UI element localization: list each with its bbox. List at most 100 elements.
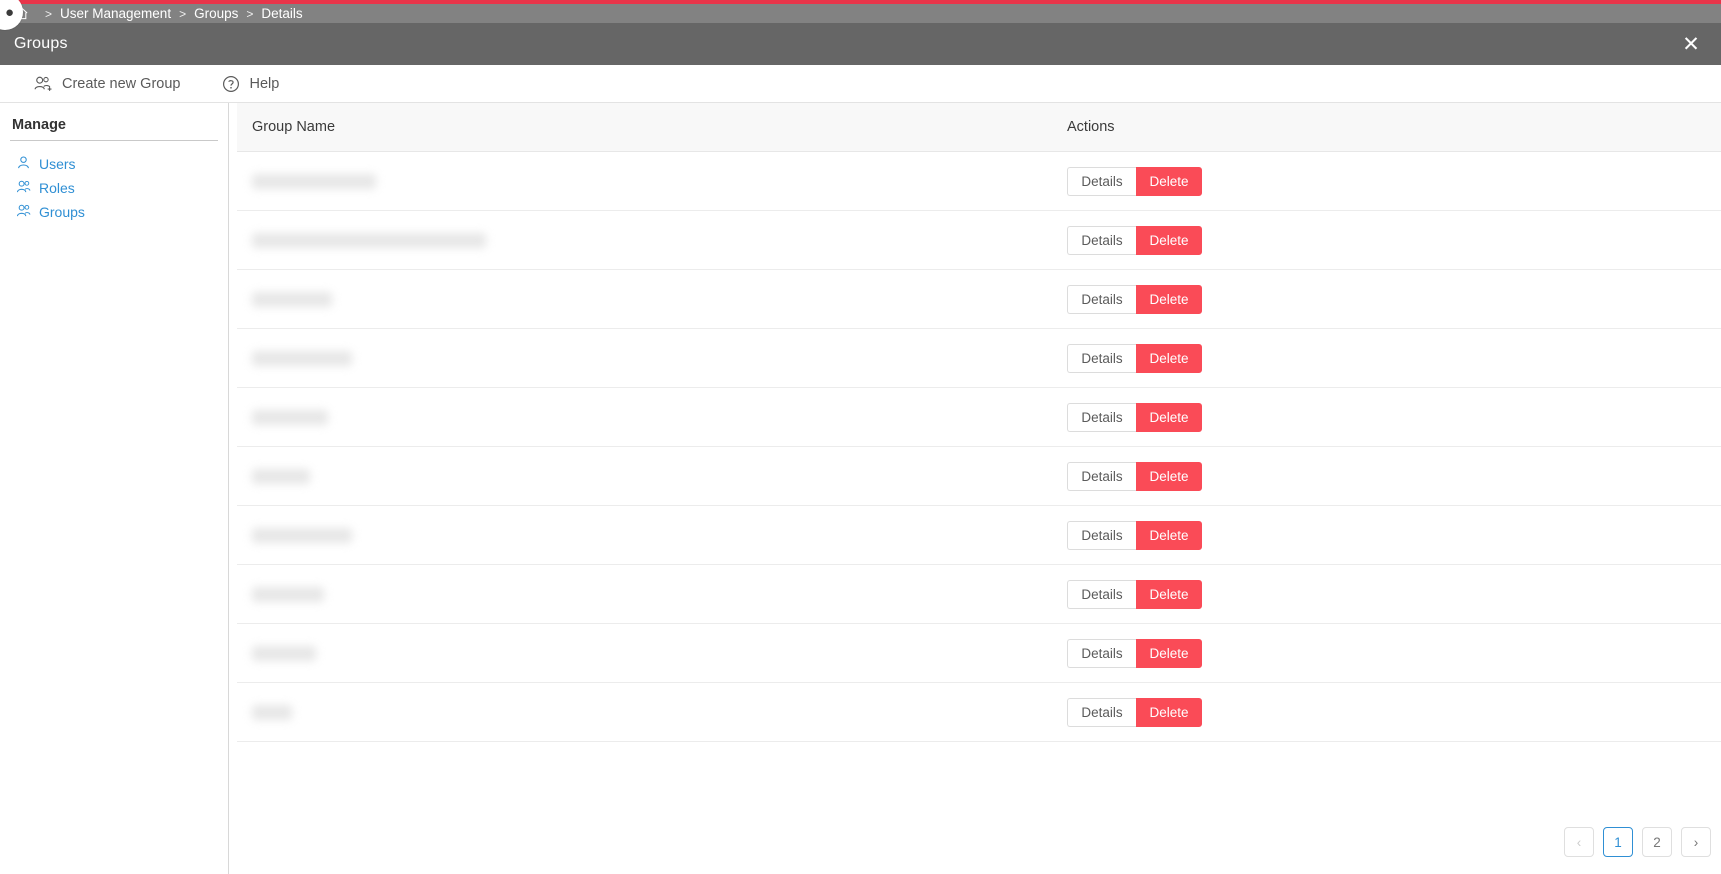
row-action-button-group: Details Delete xyxy=(1067,343,1202,373)
column-header-actions: Actions xyxy=(1067,119,1115,135)
breadcrumb-item-groups[interactable]: Groups xyxy=(194,6,238,21)
details-button[interactable]: Details xyxy=(1067,225,1136,255)
delete-button[interactable]: Delete xyxy=(1136,697,1202,727)
details-button[interactable]: Details xyxy=(1067,697,1136,727)
sidebar-item-users-label: Users xyxy=(39,156,76,172)
sidebar-item-roles-label: Roles xyxy=(39,180,75,196)
table-row: Details Delete xyxy=(237,211,1721,270)
sidebar-section-title: Manage xyxy=(10,117,218,141)
breadcrumb-separator-2: > xyxy=(179,6,187,21)
pagination-page-2[interactable]: 2 xyxy=(1642,827,1672,857)
pagination-page-1[interactable]: 1 xyxy=(1603,827,1633,857)
details-button[interactable]: Details xyxy=(1067,461,1136,491)
details-button[interactable]: Details xyxy=(1067,402,1136,432)
table-row: Details Delete xyxy=(237,565,1721,624)
actions-cell: Details Delete xyxy=(1067,402,1202,432)
group-name-cell xyxy=(237,350,1067,366)
redacted-group-name xyxy=(252,704,292,720)
row-action-button-group: Details Delete xyxy=(1067,579,1202,609)
main-content: Group Name Actions Details Delete Details D… xyxy=(230,103,1721,874)
details-button[interactable]: Details xyxy=(1067,284,1136,314)
details-button[interactable]: Details xyxy=(1067,343,1136,373)
help-circle-icon xyxy=(222,75,240,93)
help-button[interactable]: Help xyxy=(222,75,279,93)
table-row: Details Delete xyxy=(237,270,1721,329)
pagination-next-button[interactable]: › xyxy=(1681,827,1711,857)
delete-button[interactable]: Delete xyxy=(1136,284,1202,314)
sidebar-item-users[interactable]: Users xyxy=(10,152,218,176)
page-title: Groups xyxy=(14,35,68,52)
table-row: Details Delete xyxy=(237,388,1721,447)
group-name-cell xyxy=(237,527,1067,543)
table-row: Details Delete xyxy=(237,624,1721,683)
actions-cell: Details Delete xyxy=(1067,284,1202,314)
row-action-button-group: Details Delete xyxy=(1067,461,1202,491)
row-action-button-group: Details Delete xyxy=(1067,166,1202,196)
create-new-group-label: Create new Group xyxy=(62,75,181,92)
group-name-cell xyxy=(237,586,1067,602)
delete-button[interactable]: Delete xyxy=(1136,520,1202,550)
delete-button[interactable]: Delete xyxy=(1136,402,1202,432)
sidebar-item-groups[interactable]: Groups xyxy=(10,200,218,224)
row-action-button-group: Details Delete xyxy=(1067,402,1202,432)
create-new-group-button[interactable]: Create new Group xyxy=(34,75,180,93)
table-body: Details Delete Details Delete Details Delete D… xyxy=(237,152,1721,742)
details-button[interactable]: Details xyxy=(1067,166,1136,196)
group-name-cell xyxy=(237,409,1067,425)
pagination: ‹ 1 2 › xyxy=(1564,827,1711,857)
breadcrumb: > User Management > Groups > Details xyxy=(0,4,1721,23)
group-name-cell xyxy=(237,645,1067,661)
actions-cell: Details Delete xyxy=(1067,520,1202,550)
redacted-group-name xyxy=(252,586,324,602)
delete-button[interactable]: Delete xyxy=(1136,638,1202,668)
details-button[interactable]: Details xyxy=(1067,638,1136,668)
sidebar-item-groups-label: Groups xyxy=(39,204,85,220)
add-people-icon xyxy=(34,75,53,93)
actions-cell: Details Delete xyxy=(1067,638,1202,668)
group-name-cell xyxy=(237,704,1067,720)
table-row: Details Delete xyxy=(237,447,1721,506)
pagination-prev-button[interactable]: ‹ xyxy=(1564,827,1594,857)
people-icon xyxy=(16,203,31,221)
group-name-cell xyxy=(237,291,1067,307)
row-action-button-group: Details Delete xyxy=(1067,520,1202,550)
table-row: Details Delete xyxy=(237,506,1721,565)
breadcrumb-separator-3: > xyxy=(246,6,254,21)
table-header-row: Group Name Actions xyxy=(237,103,1721,152)
table-row: Details Delete xyxy=(237,683,1721,742)
details-button[interactable]: Details xyxy=(1067,579,1136,609)
redacted-group-name xyxy=(252,468,310,484)
details-button[interactable]: Details xyxy=(1067,520,1136,550)
avatar-glyph: ● xyxy=(4,3,15,21)
actions-cell: Details Delete xyxy=(1067,579,1202,609)
breadcrumb-item-details[interactable]: Details xyxy=(261,6,302,21)
window-title-bar: Groups ✕ xyxy=(0,23,1721,65)
delete-button[interactable]: Delete xyxy=(1136,579,1202,609)
group-name-cell xyxy=(237,173,1067,189)
close-icon[interactable]: ✕ xyxy=(1671,23,1711,65)
group-name-cell xyxy=(237,232,1067,248)
table-row: Details Delete xyxy=(237,152,1721,211)
actions-cell: Details Delete xyxy=(1067,697,1202,727)
help-label: Help xyxy=(249,75,280,92)
breadcrumb-separator-1: > xyxy=(45,6,53,21)
group-name-cell xyxy=(237,468,1067,484)
actions-cell: Details Delete xyxy=(1067,166,1202,196)
sidebar-item-roles[interactable]: Roles xyxy=(10,176,218,200)
actions-cell: Details Delete xyxy=(1067,225,1202,255)
row-action-button-group: Details Delete xyxy=(1067,284,1202,314)
delete-button[interactable]: Delete xyxy=(1136,343,1202,373)
delete-button[interactable]: Delete xyxy=(1136,461,1202,491)
delete-button[interactable]: Delete xyxy=(1136,166,1202,196)
redacted-group-name xyxy=(252,232,486,248)
row-action-button-group: Details Delete xyxy=(1067,638,1202,668)
row-action-button-group: Details Delete xyxy=(1067,225,1202,255)
user-icon xyxy=(16,155,31,173)
people-icon xyxy=(16,179,31,197)
toolbar: Create new Group Help xyxy=(0,65,1721,103)
delete-button[interactable]: Delete xyxy=(1136,225,1202,255)
redacted-group-name xyxy=(252,645,316,661)
breadcrumb-item-user-management[interactable]: User Management xyxy=(60,6,171,21)
groups-management-window: > User Management > Groups > Details Gro… xyxy=(0,0,1721,874)
row-action-button-group: Details Delete xyxy=(1067,697,1202,727)
